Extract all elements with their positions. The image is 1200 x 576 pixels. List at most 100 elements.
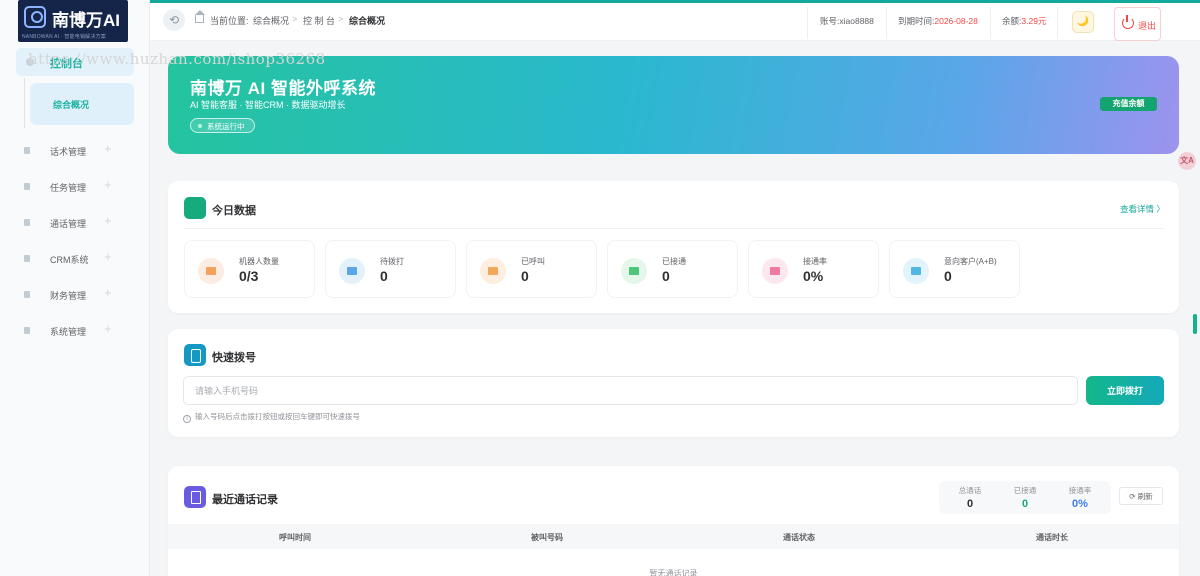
card-title: 最近通话记录 (212, 494, 278, 506)
brand-logo[interactable]: 南博万AI NANBOWAN AI · 智能电销解决方案 (18, 0, 128, 42)
sidebar-item-label: CRM系统 (50, 255, 89, 265)
icon-glyph (206, 267, 216, 275)
call-out-icon (480, 258, 506, 284)
sidebar-item-script[interactable]: 话术管理 + (20, 141, 140, 161)
divider (886, 7, 887, 39)
refresh-button[interactable]: ⟳ 刷新 (1119, 487, 1163, 505)
sidebar-item-label: 通话管理 (50, 219, 87, 229)
stat-value: 0 (662, 268, 670, 284)
stat-value: 0 (966, 498, 974, 510)
breadcrumb-item[interactable]: 综合概况 (253, 14, 289, 27)
percent-icon (762, 258, 788, 284)
sidebar-subitem-overview[interactable]: 综合概况 (30, 83, 134, 125)
stat-tile: 已接通 0 (607, 240, 738, 298)
logout-button[interactable]: 退出 (1114, 7, 1161, 41)
breadcrumb-item[interactable]: 控 制 台 (303, 14, 335, 27)
sidebar-item-label: 财务管理 (50, 291, 87, 301)
translate-icon[interactable]: 文A (1178, 152, 1196, 170)
robot-icon (198, 258, 224, 284)
sidebar-item-label: 任务管理 (50, 183, 87, 193)
calendar-icon (339, 258, 365, 284)
table-header: 呼叫时间 被叫号码 通话状态 通话时长 (168, 524, 1179, 549)
account-info: 账号:xiao8888 (820, 15, 874, 27)
divider (184, 228, 1164, 229)
dial-now-button[interactable]: 立即拨打 (1086, 376, 1164, 405)
stat-value: 0 (521, 268, 529, 284)
stat-label: 意向客户(A+B) (944, 257, 997, 266)
submenu-line (24, 78, 25, 128)
power-icon (1122, 15, 1134, 29)
expand-plus-icon[interactable]: + (104, 213, 112, 228)
status-text: 系统运行中 (207, 122, 245, 131)
column-header: 呼叫时间 (279, 533, 311, 542)
icon-glyph (770, 267, 780, 275)
divider (990, 7, 991, 39)
stat-value: 0/3 (239, 268, 259, 284)
today-data-card: 今日数据 查看详情 〉 机器人数量 0/3 待拨打 0 已呼叫 0 已接通 0 接通率 0% 意向客… (168, 181, 1179, 313)
sidebar-item-task[interactable]: 任务管理 + (20, 177, 140, 197)
refresh-icon: ⟳ (1129, 491, 1136, 501)
balance-label: 余额: (1002, 16, 1022, 26)
icon-glyph (911, 267, 921, 275)
stat-label: 已呼叫 (521, 257, 545, 266)
icon-glyph (629, 267, 639, 275)
column-header: 被叫号码 (531, 533, 563, 542)
stat-tile: 待拨打 0 (325, 240, 456, 298)
expand-plus-icon[interactable]: + (104, 177, 112, 192)
expire-info: 到期时间:2026-08-28 (898, 15, 978, 27)
expand-plus-icon[interactable]: + (104, 141, 112, 156)
stat-label: 接通率 (803, 257, 827, 266)
total-calls-stat: 总通话 0 (945, 485, 995, 510)
scrollbar-thumb[interactable] (1193, 314, 1197, 334)
sidebar-subitem-label: 综合概况 (53, 100, 90, 110)
home-icon (195, 10, 205, 23)
stat-value: 0% (1072, 498, 1088, 510)
column-header: 通话状态 (783, 533, 815, 542)
breadcrumb-separator-icon: > (292, 14, 298, 24)
stat-label: 已接通 (1013, 486, 1037, 495)
sidebar-item-call[interactable]: 通话管理 + (20, 213, 140, 233)
info-icon: i (183, 415, 191, 423)
sidebar-item-system[interactable]: 系统管理 + (20, 321, 140, 341)
breadcrumb-separator-icon: > (338, 14, 344, 24)
sidebar: 南博万AI NANBOWAN AI · 智能电销解决方案 控制台 综合概况 话术… (0, 0, 150, 576)
wallet-icon (24, 291, 30, 298)
stat-tile: 机器人数量 0/3 (184, 240, 315, 298)
stat-label: 已接通 (662, 257, 686, 266)
divider (807, 7, 808, 39)
back-icon[interactable]: ⟲ (163, 9, 185, 31)
brand-name: 南博万AI (52, 11, 120, 30)
expand-plus-icon[interactable]: + (104, 321, 112, 336)
logout-label: 退出 (1138, 21, 1157, 31)
stat-label: 总通话 (958, 486, 982, 495)
expire-label: 到期时间: (898, 16, 935, 26)
dial-hint: i 输入号码后点击拨打按钮或按回车键即可快速拨号 (183, 411, 360, 423)
recent-calls-card: 最近通话记录 总通话 0 已接通 0 接通率 0% ⟳ 刷新 呼叫时间 被叫号码… (168, 466, 1179, 576)
recharge-button[interactable]: 充值余额 (1100, 97, 1157, 111)
expand-plus-icon[interactable]: + (104, 285, 112, 300)
connect-rate-stat: 接通率 0% (1055, 485, 1105, 510)
welcome-banner: 南博万 AI 智能外呼系统 AI 智能客服 · 智能CRM · 数据驱动增长 系… (168, 56, 1179, 154)
banner-title: 南博万 AI 智能外呼系统 (190, 79, 376, 98)
stat-value: 0 (380, 268, 388, 284)
view-details-link[interactable]: 查看详情 〉 (1120, 203, 1165, 215)
empty-state: 暂无通话记录 (649, 569, 698, 576)
sidebar-item-crm[interactable]: CRM系统 + (20, 249, 140, 269)
watermark-text: https://www.huzhan.com/ishop36268 (28, 50, 326, 68)
top-header: ⟲ 当前位置: 综合概况 > 控 制 台 > 综合概况 账号:xiao8888 … (150, 0, 1200, 41)
moon-icon[interactable]: 🌙 (1072, 11, 1094, 33)
expand-plus-icon[interactable]: + (104, 249, 112, 264)
balance-value: 3.29元 (1021, 16, 1047, 26)
divider (1057, 7, 1058, 39)
stat-label: 机器人数量 (239, 257, 279, 266)
stat-value: 0 (1021, 498, 1029, 510)
expire-value: 2026-08-28 (934, 16, 978, 26)
robot-logo-icon (24, 6, 46, 28)
phone-number-input[interactable] (183, 376, 1078, 405)
sidebar-item-finance[interactable]: 财务管理 + (20, 285, 140, 305)
call-connected-icon (621, 258, 647, 284)
connected-calls-stat: 已接通 0 (1000, 485, 1050, 510)
refresh-label: 刷新 (1137, 491, 1153, 501)
card-title: 快速拨号 (212, 352, 256, 364)
gear-icon (24, 327, 30, 334)
